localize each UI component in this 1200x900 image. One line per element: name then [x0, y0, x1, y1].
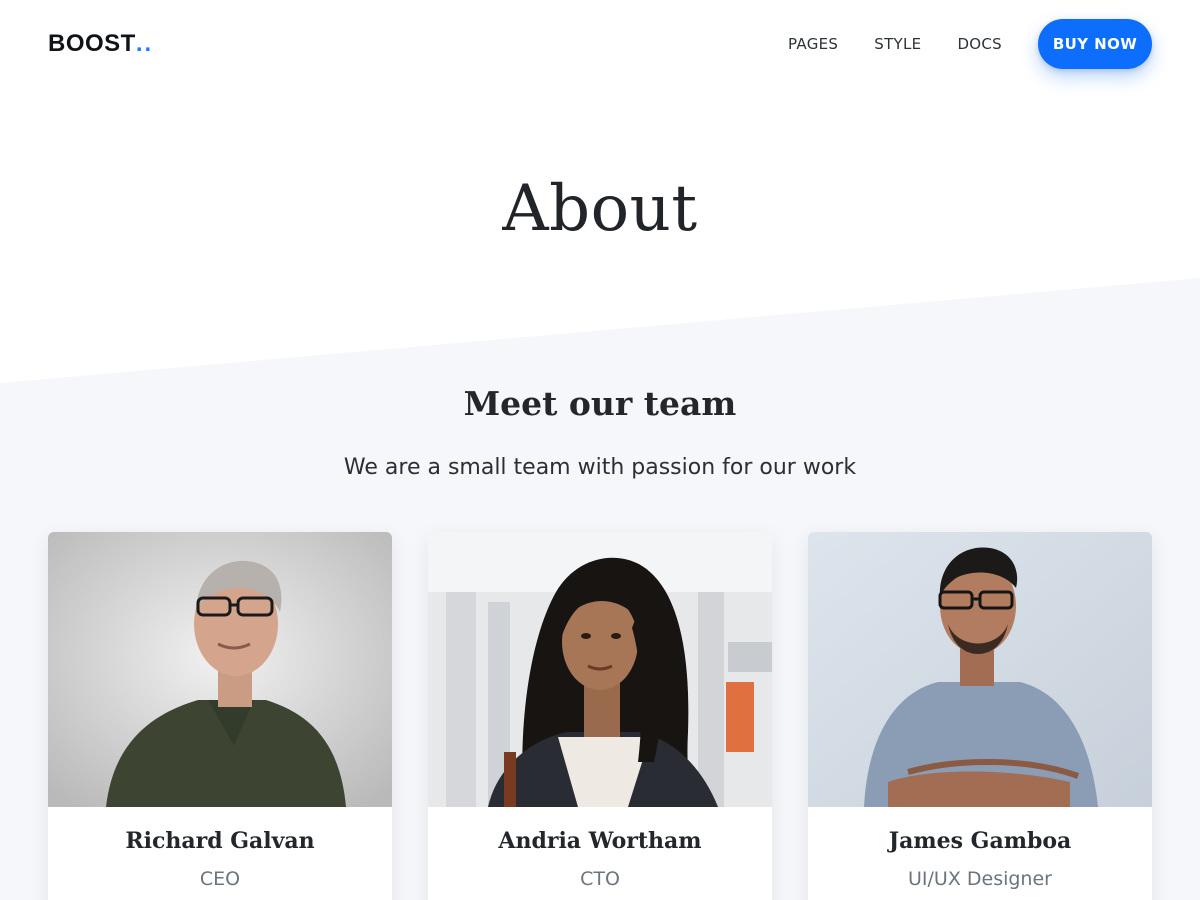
member-photo	[48, 532, 392, 807]
member-name: James Gamboa	[888, 828, 1072, 854]
nav-link-pages[interactable]: PAGES	[788, 35, 838, 53]
member-photo	[808, 532, 1152, 807]
team-member-card: Andria Wortham CTO	[428, 532, 772, 900]
page-title: About	[502, 172, 698, 246]
member-name: Richard Galvan	[125, 828, 315, 854]
member-role: CTO	[580, 868, 620, 890]
brand-logo[interactable]: BOOST..	[48, 30, 153, 58]
team-section-subtitle: We are a small team with passion for our…	[343, 455, 857, 480]
nav-link-docs[interactable]: DOCS	[957, 35, 1002, 53]
brand-name: BOOST	[48, 30, 136, 57]
team-member-card: James Gamboa UI/UX Designer	[808, 532, 1152, 900]
main-nav: PAGES STYLE DOCS BUY NOW	[752, 19, 1152, 69]
member-role: UI/UX Designer	[908, 868, 1052, 890]
navbar: BOOST.. PAGES STYLE DOCS BUY NOW	[0, 0, 1200, 88]
nav-link-style[interactable]: STYLE	[874, 35, 921, 53]
member-role: CEO	[199, 868, 241, 890]
buy-now-button[interactable]: BUY NOW	[1038, 19, 1152, 69]
team-section-title: Meet our team	[463, 384, 737, 423]
team-member-card: Richard Galvan CEO	[48, 532, 392, 900]
member-photo	[428, 532, 772, 807]
member-name: Andria Wortham	[498, 828, 702, 854]
brand-dots: ..	[135, 30, 154, 57]
